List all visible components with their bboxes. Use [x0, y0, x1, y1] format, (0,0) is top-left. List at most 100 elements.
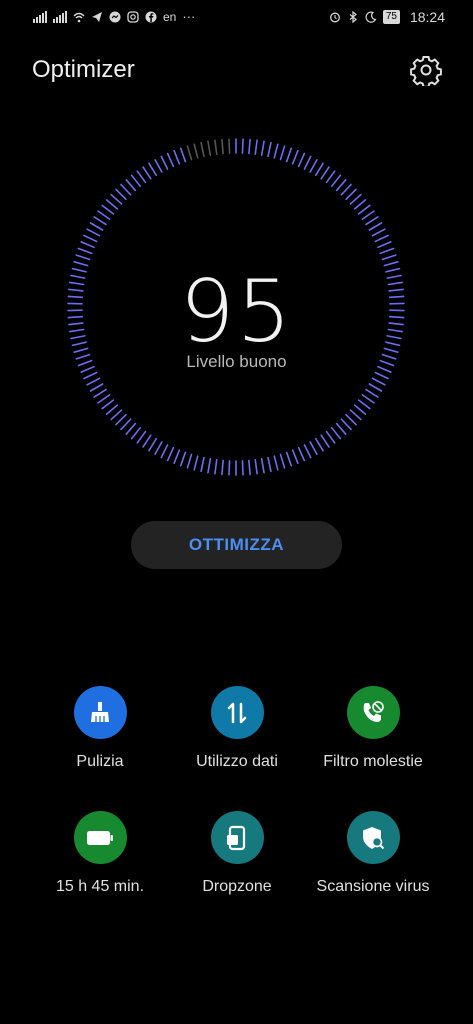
tool-harassment-filter-circle — [346, 686, 400, 739]
dial-tick-lit — [173, 150, 181, 165]
tool-label: Scansione virus — [316, 878, 430, 895]
dial-tick-lit — [101, 204, 115, 215]
score-status-text: Livello buono — [186, 352, 287, 371]
facebook-icon — [145, 11, 157, 22]
dial-tick-lit — [120, 418, 132, 431]
dial-tick-lit — [115, 413, 127, 426]
tool-virus-scan[interactable]: Scansione virus — [303, 811, 443, 896]
tool-battery[interactable]: 15 h 45 min. — [30, 811, 170, 896]
dial-tick-lit — [320, 166, 330, 180]
dial-tick-lit — [83, 371, 98, 380]
dial-tick-lit — [241, 460, 244, 476]
instagram-icon — [127, 10, 139, 23]
tool-battery-circle — [73, 811, 127, 864]
dial-tick-lit — [260, 458, 265, 474]
dial-tick-lit — [142, 434, 152, 448]
dial-tick-lit — [115, 188, 127, 201]
dial-tick-lit — [86, 377, 101, 386]
dial-tick-lit — [320, 434, 330, 448]
tool-cleanup-circle — [73, 686, 127, 739]
tool-dropzone[interactable]: Dropzone — [167, 811, 307, 896]
dial-tick-lit — [303, 444, 312, 459]
dial-tick-lit — [93, 216, 107, 226]
dial-tick-lit — [97, 210, 111, 220]
dial-tick-lit — [345, 413, 357, 426]
dial-tick-lit — [273, 143, 279, 159]
dial-tick-lit — [248, 459, 251, 476]
dial-tick-dim — [221, 138, 224, 155]
dial-tick-lit — [309, 441, 318, 456]
dial-tick-dim — [193, 143, 199, 159]
dial-tick-lit — [193, 455, 199, 471]
dial-tick-lit — [325, 430, 336, 444]
dial-tick-lit — [291, 449, 299, 465]
dial-tick-lit — [374, 234, 389, 243]
broom-icon — [91, 701, 109, 722]
dial-tick-lit — [371, 228, 386, 237]
dial-tick-lit — [148, 437, 158, 452]
dial-tick-lit — [173, 449, 181, 465]
dial-tick-lit — [361, 210, 375, 220]
dial-tick-lit — [120, 183, 132, 196]
dial-tick-lit — [254, 139, 258, 156]
tool-label: 15 h 45 min. — [55, 878, 145, 895]
tool-data-usage[interactable]: Utilizzo dati — [167, 686, 307, 771]
dial-tick-lit — [330, 426, 342, 440]
tool-harassment-filter[interactable]: Filtro molestie — [303, 686, 443, 771]
dial-tick-lit — [381, 254, 397, 261]
dial-tick-lit — [130, 426, 142, 440]
dial-tick-lit — [200, 456, 205, 473]
dial-tick-lit — [260, 140, 265, 156]
settings-gear-icon[interactable] — [410, 54, 442, 86]
dial-tick-lit — [335, 422, 347, 435]
tool-cleanup[interactable]: Pulizia — [30, 686, 170, 771]
dial-tick-lit — [221, 459, 224, 476]
dial-tick-lit — [248, 138, 251, 155]
do-not-disturb-moon-icon — [365, 11, 377, 23]
page-title: Optimizer — [32, 56, 135, 83]
alarm-icon — [329, 12, 340, 23]
dial-tick-lit — [214, 458, 218, 475]
dial-tick-dim — [200, 141, 205, 158]
dial-tick-lit — [105, 199, 119, 210]
tool-dropzone-circle — [210, 811, 264, 864]
dial-tick-lit — [353, 404, 367, 415]
dial-tick-lit — [89, 222, 104, 231]
block-call-icon — [363, 700, 384, 722]
tool-label: Filtro molestie — [323, 753, 423, 770]
language-indicator: en — [163, 9, 177, 24]
more-notifications-indicator: ··· — [182, 9, 196, 24]
dial-tick-lit — [83, 234, 98, 243]
dial-tick-lit — [160, 155, 169, 170]
tool-label: Dropzone — [202, 878, 272, 895]
signal-icon — [33, 10, 47, 23]
dial-tick-lit — [365, 388, 379, 398]
wifi-icon — [73, 12, 85, 22]
dial-tick-lit — [179, 147, 187, 163]
dial-tick-lit — [136, 430, 147, 444]
dial-tick-dim — [207, 140, 212, 156]
battery-icon — [87, 830, 113, 845]
optimization-score: 95 — [179, 262, 294, 362]
shield-scan-icon — [363, 826, 385, 849]
clock: 18:24 — [409, 9, 445, 25]
optimize-button[interactable]: OTTIMIZZA — [131, 521, 342, 569]
dial-tick-lit — [279, 145, 286, 161]
dial-tick-lit — [335, 179, 347, 192]
dial-tick-lit — [349, 193, 362, 205]
phone-drop-icon — [227, 825, 246, 850]
dial-tick-dim — [186, 145, 193, 161]
dial-tick-lit — [160, 444, 169, 459]
dial-tick-lit — [110, 193, 123, 205]
dial-tick-lit — [379, 247, 395, 255]
messenger-icon — [109, 11, 121, 22]
tool-label: Pulizia — [76, 753, 124, 770]
dial-tick-lit — [75, 254, 91, 261]
dial-tick-lit — [365, 216, 379, 226]
bluetooth-icon — [349, 11, 357, 23]
dial-tick-lit — [97, 394, 111, 404]
dial-tick-lit — [267, 141, 272, 158]
dial-tick-lit — [77, 247, 93, 255]
dial-tick-lit — [86, 228, 101, 237]
dial-tick-lit — [186, 453, 193, 469]
